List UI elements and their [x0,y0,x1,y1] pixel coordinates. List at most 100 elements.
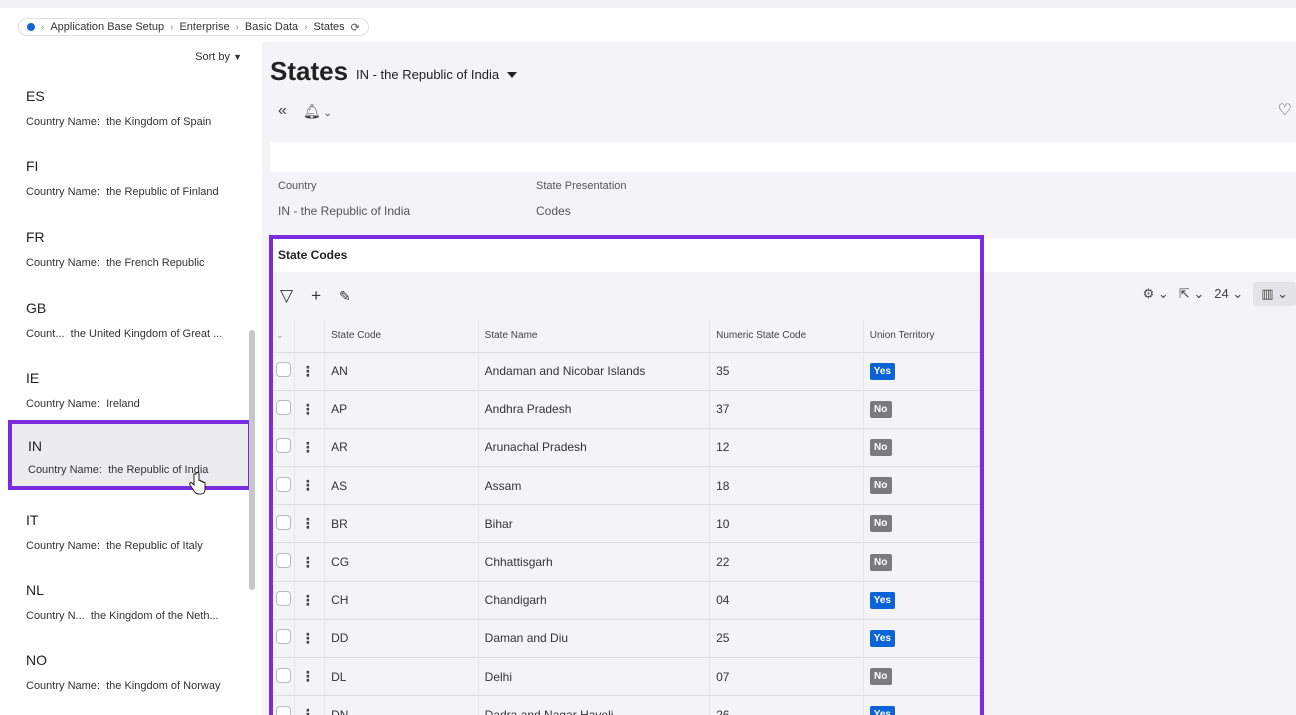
country-value: IN - the Republic of India [278,204,411,218]
caret-down-icon [507,71,518,78]
state-code-cell: CH [324,581,479,620]
list-item-selected[interactable]: IN Country Name: the Republic of India [8,420,252,490]
page-size-select[interactable]: 24 ⌄ [1214,286,1243,302]
kebab-menu-icon[interactable]: ⋮ [301,630,315,646]
row-checkbox[interactable] [276,514,291,530]
kebab-menu-icon[interactable]: ⋮ [301,439,315,455]
row-checkbox[interactable] [276,476,291,492]
country-name: Count... the United Kingdom of Great ... [26,328,223,340]
state-presentation-value: Codes [536,204,571,218]
table-row[interactable]: ⋮ BR Bihar 10 No [270,504,981,544]
sort-by-label: Sort by [195,51,231,63]
country-list: Sort by ▼ ES Country Name: the Kingdom o… [0,42,262,715]
numeric-code-cell: 35 [709,352,864,391]
country-name: Country Name: the Republic of Finland [26,186,219,198]
kebab-menu-icon[interactable]: ⋮ [301,668,315,684]
row-checkbox[interactable] [276,553,291,569]
column-header[interactable]: Union Territory [863,320,981,353]
state-codes-table: ⌄ State Code State Name Numeric State Co… [270,320,981,715]
table-row[interactable]: ⋮ AS Assam 18 No [270,466,981,506]
country-name: Country Name: the French Republic [26,257,205,269]
select-all-checkbox[interactable]: ⌄ [270,320,295,353]
settings-icon[interactable]: ⚙ ⌄ [1143,286,1169,302]
heart-icon[interactable]: ♡ [1278,100,1292,120]
list-item[interactable]: ES Country Name: the Kingdom of Spain [14,88,250,152]
add-icon[interactable]: + [311,286,321,306]
info-fields: Country IN - the Republic of India State… [270,172,1296,232]
breadcrumb-item[interactable]: Basic Data [245,21,298,33]
state-name-cell: Andhra Pradesh [478,390,711,429]
union-territory-badge: No [869,400,892,418]
table-row[interactable]: ⋮ AP Andhra Pradesh 37 No [270,390,981,429]
list-item[interactable]: NL Country N... the Kingdom of the Neth.… [14,582,250,646]
kebab-menu-icon[interactable]: ⋮ [301,515,315,531]
kebab-menu-icon[interactable]: ⋮ [301,477,315,493]
country-name: Country Name: the Republic of India [28,464,209,476]
breadcrumb-item[interactable]: Application Base Setup [50,21,164,33]
country-name: Country Name: the Republic of Italy [26,540,203,552]
table-row[interactable]: ⋮ DN Dadra and Nagar Haveli 26 Yes [270,695,981,715]
row-checkbox[interactable] [276,667,291,683]
country-name: Country Name: the Kingdom of Spain [26,116,212,128]
row-checkbox[interactable] [276,400,291,416]
union-territory-badge: No [869,438,892,456]
row-checkbox[interactable] [276,591,291,607]
breadcrumb-item[interactable]: States [313,21,344,33]
kebab-menu-icon[interactable]: ⋮ [301,592,315,608]
numeric-code-cell: 18 [709,466,864,506]
union-territory-badge: Yes [869,706,895,715]
kebab-menu-icon[interactable]: ⋮ [301,706,315,715]
table-row[interactable]: ⋮ AN Andaman and Nicobar Islands 35 Yes [270,352,981,391]
kebab-menu-icon[interactable]: ⋮ [301,401,315,417]
list-item[interactable]: FI Country Name: the Republic of Finland [14,158,250,222]
breadcrumb-item[interactable]: Enterprise [179,21,229,33]
union-territory-badge: Yes [869,591,895,609]
refresh-icon[interactable]: ⟳ [351,21,360,34]
bell-icon[interactable]: 🔔︎ ⌄ [303,103,332,120]
edit-icon[interactable]: ✎ [339,288,351,305]
country-code: NO [26,652,47,668]
list-item[interactable]: IT Country Name: the Republic of Italy [14,512,250,576]
list-item[interactable]: NO Country Name: the Kingdom of Norway [14,652,250,715]
state-code-cell: AR [324,428,479,468]
record-selector[interactable]: IN - the Republic of India [356,67,518,82]
state-codes-title: State Codes [278,248,348,262]
column-header[interactable]: State Code [324,320,479,353]
app-dot-icon[interactable] [27,23,35,31]
country-name: Country Name: Ireland [26,398,140,410]
column-layout-icon[interactable]: ▥ ⌄ [1253,282,1296,306]
scrollbar[interactable] [249,330,255,590]
list-item[interactable]: GB Count... the United Kingdom of Great … [14,300,250,364]
row-checkbox[interactable] [276,362,291,378]
kebab-menu-icon[interactable]: ⋮ [301,363,315,379]
list-item[interactable]: FR Country Name: the French Republic [14,229,250,293]
top-bar: › Application Base Setup › Enterprise › … [0,0,1296,42]
numeric-code-cell: 37 [709,390,864,429]
state-name-cell: Dadra and Nagar Haveli [478,695,711,715]
export-icon[interactable]: ⇱ ⌄ [1179,286,1204,302]
table-row[interactable]: ⋮ DL Delhi 07 No [270,657,981,697]
column-header[interactable]: Numeric State Code [709,320,864,353]
table-row[interactable]: ⋮ CG Chhattisgarh 22 No [270,542,981,582]
state-name-cell: Bihar [478,504,711,544]
row-checkbox[interactable] [276,629,291,645]
country-label: Country [278,180,317,192]
state-code-cell: CG [324,542,479,582]
row-checkbox[interactable] [276,705,291,715]
row-checkbox[interactable] [276,438,291,454]
state-codes-section: State Codes ▽ + ✎ ⚙ ⌄ ⇱ ⌄ 24 ⌄ ▥ ⌄ ⌄ Sta… [270,238,1296,715]
filter-icon[interactable]: ▽ [280,286,293,306]
table-row[interactable]: ⋮ AR Arunachal Pradesh 12 No [270,428,981,468]
table-row[interactable]: ⋮ DD Daman and Diu 25 Yes [270,619,981,659]
state-codes-header: State Codes [270,238,1296,272]
sort-by-button[interactable]: Sort by ▼ [195,51,242,63]
country-code: ES [26,88,45,104]
collapse-left-icon[interactable]: « [278,102,287,120]
column-header[interactable]: State Name [478,320,711,353]
state-name-cell: Assam [478,466,711,506]
numeric-code-cell: 04 [709,581,864,620]
table-row[interactable]: ⋮ CH Chandigarh 04 Yes [270,581,981,620]
state-code-cell: AN [324,352,479,391]
kebab-menu-icon[interactable]: ⋮ [301,554,315,570]
country-code: IN [28,438,42,454]
